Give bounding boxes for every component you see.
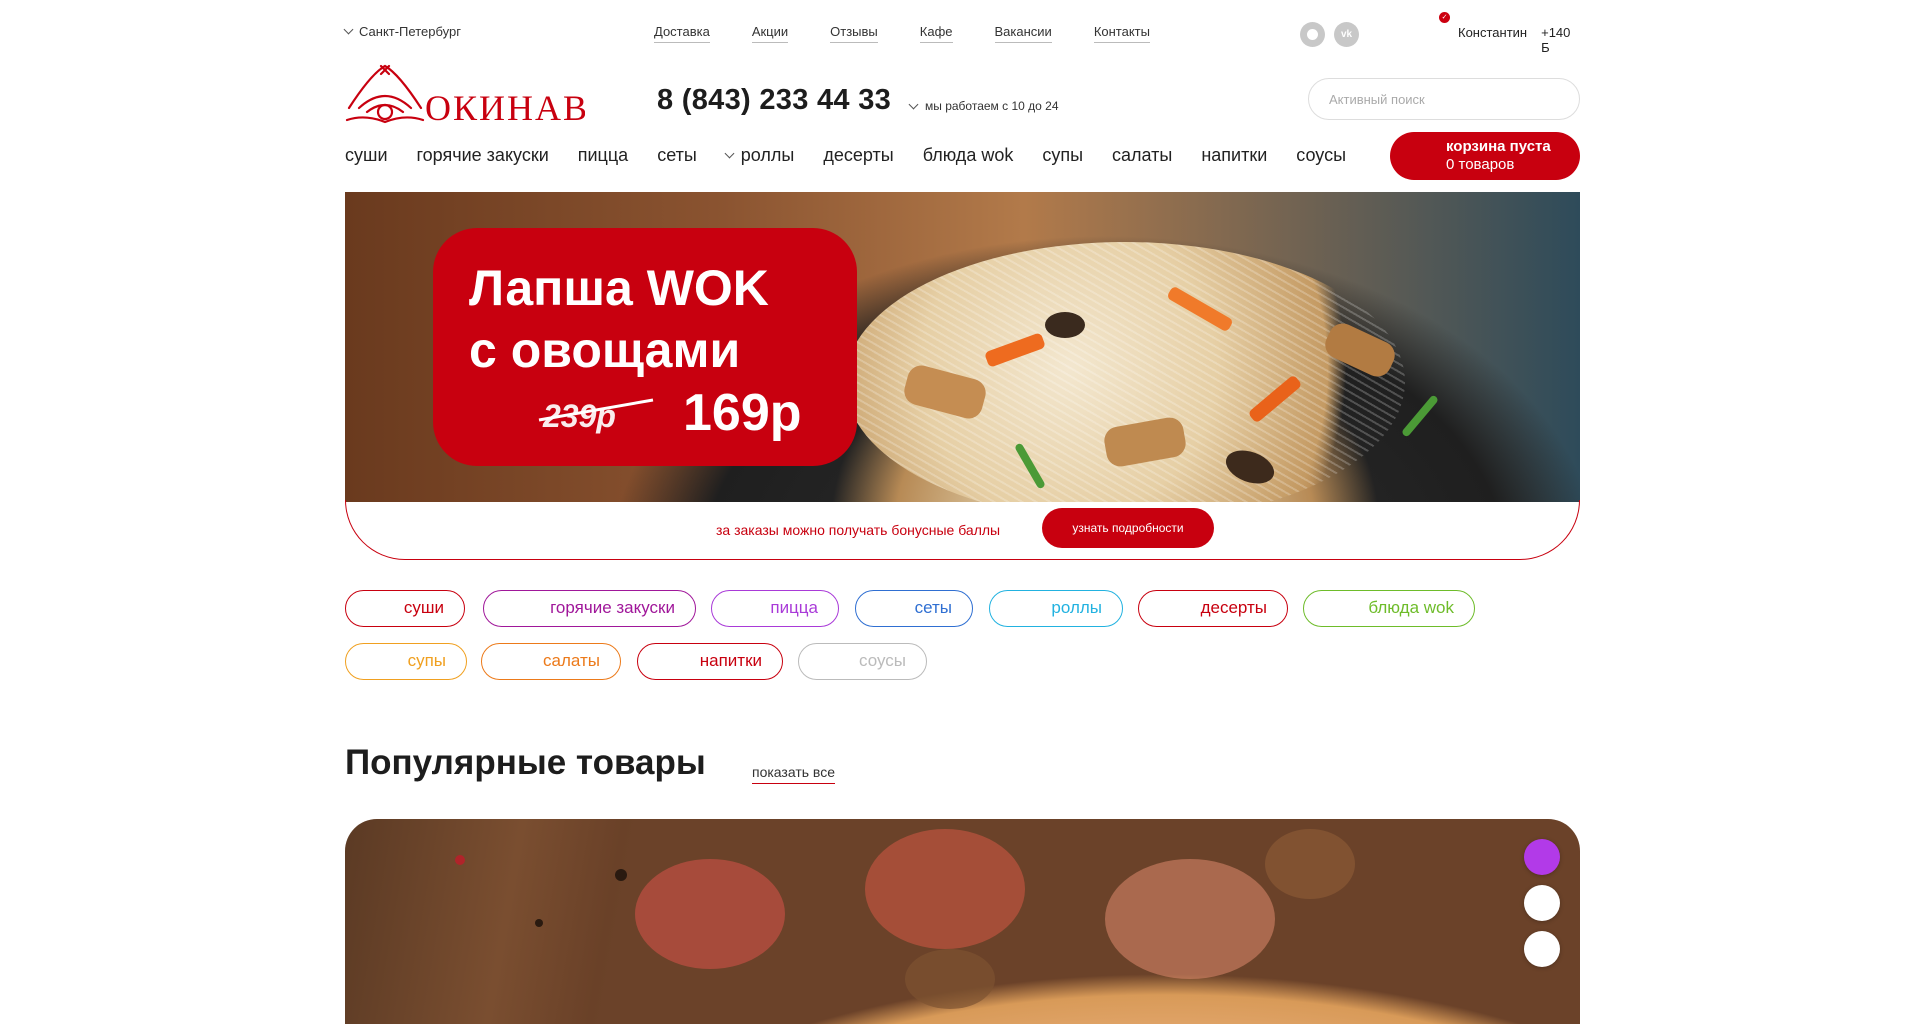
category-pill-desserts[interactable]: десерты [1138, 590, 1288, 627]
nav-soups[interactable]: супы [1042, 145, 1083, 166]
learn-more-button[interactable]: узнать подробности [1042, 508, 1214, 548]
mushroom-image [1045, 312, 1085, 338]
chevron-down-icon [908, 99, 919, 109]
user-name: Константин [1458, 25, 1528, 40]
topnav-contacts[interactable]: Контакты [1093, 24, 1150, 43]
category-pill-sauces[interactable]: соусы [798, 643, 927, 680]
vk-icon[interactable]: vk [1334, 22, 1359, 47]
user-points: +140 Б [1541, 25, 1571, 55]
category-pill-soups[interactable]: супы [345, 643, 467, 680]
odnoklassniki-icon[interactable] [1300, 22, 1325, 47]
nav-hot-snacks[interactable]: горячие закуски [417, 145, 549, 166]
main-nav: суши горячие закуски пицца сеты роллы де… [345, 145, 1375, 166]
working-hours-label: мы работаем с 10 до 24 [925, 99, 1059, 113]
nav-wok[interactable]: блюда wok [923, 145, 1014, 166]
phone-number[interactable]: 8 (843) 233 44 33 [657, 84, 891, 117]
category-pill-wok[interactable]: блюда wok [1303, 590, 1475, 627]
peppercorn-image [455, 855, 465, 865]
strikethrough-icon [538, 398, 654, 422]
topnav-cafe[interactable]: Кафе [919, 24, 953, 43]
green-onion-image [1400, 394, 1440, 438]
topnav-promotions[interactable]: Акции [751, 24, 789, 43]
social-links: vk [1300, 22, 1359, 47]
nav-rolls-label: роллы [740, 145, 795, 165]
category-pill-hot-snacks[interactable]: горячие закуски [483, 590, 696, 627]
carousel-dot-1[interactable] [1524, 839, 1560, 875]
promo-card: Лапша WOK с овощами 239р 169р [433, 228, 857, 466]
search-input[interactable] [1308, 78, 1580, 120]
topnav-reviews[interactable]: Отзывы [830, 24, 878, 43]
pepperoni-image [635, 859, 785, 969]
cart-count: 0 товаров [1446, 156, 1515, 173]
notification-badge-icon: ✓ [1439, 12, 1450, 23]
category-pill-drinks[interactable]: напитки [637, 643, 783, 680]
mushroom-image [905, 949, 995, 1009]
nav-sushi[interactable]: суши [345, 145, 388, 166]
user-account[interactable]: Константин +140 Б [1458, 25, 1580, 55]
ham-image [1105, 859, 1275, 979]
promo-new-price: 169р [683, 384, 802, 442]
mushroom-image [1265, 829, 1355, 899]
category-pill-sushi[interactable]: суши [345, 590, 465, 627]
carousel-dot-2[interactable] [1524, 885, 1560, 921]
nav-desserts[interactable]: десерты [823, 145, 893, 166]
nav-sets[interactable]: сеты [657, 145, 697, 166]
working-hours[interactable]: мы работаем с 10 до 24 [908, 99, 1059, 113]
category-pill-pizza[interactable]: пицца [711, 590, 839, 627]
popular-products-title: Популярные товары [345, 743, 706, 782]
topnav-delivery[interactable]: Доставка [654, 24, 710, 43]
nav-rolls[interactable]: роллы [724, 145, 795, 166]
svg-text:ОКИНАВА: ОКИНАВА [425, 88, 585, 126]
top-bar: Санкт-Петербург Доставка Акции Отзывы Ка… [343, 0, 1580, 60]
topnav-vacancies[interactable]: Вакансии [994, 24, 1052, 43]
pizza-product-image[interactable] [345, 819, 1580, 1024]
promo-title-line2: с овощами [469, 322, 741, 378]
category-pill-salads[interactable]: салаты [481, 643, 621, 680]
nav-pizza[interactable]: пицца [578, 145, 628, 166]
nav-salads[interactable]: салаты [1112, 145, 1172, 166]
promo-title-line1: Лапша WOK [469, 260, 769, 316]
peppercorn-image [615, 869, 627, 881]
category-pill-rolls[interactable]: роллы [989, 590, 1123, 627]
category-pill-sets[interactable]: сеты [855, 590, 973, 627]
city-label: Санкт-Петербург [359, 24, 461, 39]
nav-drinks[interactable]: напитки [1201, 145, 1267, 166]
peppercorn-image [535, 919, 543, 927]
bonus-text: за заказы можно получать бонусные баллы [716, 522, 1001, 538]
chevron-down-icon [343, 24, 354, 35]
show-all-link[interactable]: показать все [752, 764, 835, 784]
cart-button[interactable]: корзина пуста 0 товаров [1390, 132, 1580, 180]
city-selector[interactable]: Санкт-Петербург [343, 24, 461, 39]
promo-banner[interactable]: Лапша WOK с овощами 239р 169р [345, 192, 1580, 502]
chevron-down-icon [724, 148, 735, 159]
bonus-bar: за заказы можно получать бонусные баллы … [345, 500, 1580, 560]
top-nav: Доставка Акции Отзывы Кафе Вакансии Конт… [654, 24, 1150, 43]
carousel-dot-3[interactable] [1524, 931, 1560, 967]
pepperoni-image [865, 829, 1025, 949]
nav-sauces[interactable]: соусы [1296, 145, 1346, 166]
okinawa-logo[interactable]: ОКИНАВА [345, 64, 585, 126]
cart-status: корзина пуста [1446, 138, 1551, 155]
